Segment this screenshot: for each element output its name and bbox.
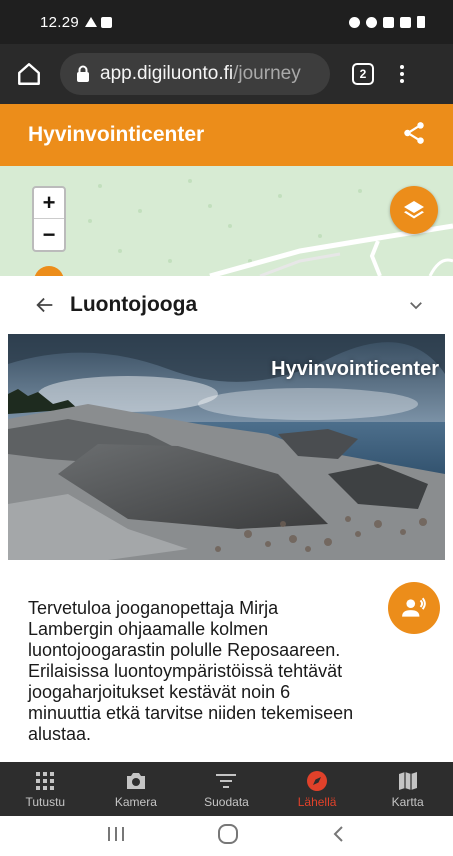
- audio-guide-button[interactable]: [388, 582, 440, 634]
- home-icon: [18, 63, 40, 85]
- zoom-out-button[interactable]: −: [34, 219, 64, 250]
- system-navigation-bar: [0, 816, 453, 856]
- nav-label: Tutustu: [25, 794, 66, 809]
- map-view[interactable]: + −: [0, 166, 453, 276]
- status-system-icons: [349, 16, 425, 28]
- hero-caption: Hyvinvointicenter: [271, 358, 439, 380]
- wifi-icon: [383, 16, 394, 28]
- signal-icon: [400, 16, 411, 28]
- compass-icon: [306, 770, 328, 792]
- nav-tutustu[interactable]: Tutustu: [0, 762, 91, 816]
- tab-switcher-button[interactable]: 2: [352, 63, 374, 85]
- hero-image: Hyvinvointicenter: [8, 334, 445, 560]
- zoom-control: + −: [32, 186, 66, 252]
- filter-icon: [216, 770, 237, 792]
- nav-lahella[interactable]: Lähellä: [272, 762, 363, 816]
- alarm-icon: [349, 16, 360, 28]
- expand-button[interactable]: [407, 296, 425, 314]
- map-icon: [398, 770, 417, 792]
- recents-icon: [107, 826, 124, 841]
- circle-home-icon: [217, 823, 238, 844]
- system-back-button[interactable]: [329, 824, 349, 849]
- share-icon: [404, 121, 424, 144]
- location-icon: [366, 16, 377, 28]
- cloud-icon: [85, 17, 98, 27]
- chevron-down-icon: [410, 302, 422, 310]
- status-bar: 12.29: [0, 0, 453, 44]
- zoom-in-button[interactable]: +: [34, 188, 64, 219]
- browser-home-button[interactable]: [14, 59, 44, 89]
- nav-label: Lähellä: [297, 794, 337, 809]
- browser-toolbar: app.digiluonto.fi/journey 2: [0, 44, 453, 104]
- lock-icon: [76, 65, 90, 83]
- status-notification-icons: [85, 16, 113, 28]
- nav-kamera[interactable]: Kamera: [91, 762, 182, 816]
- system-home-button[interactable]: [216, 822, 240, 851]
- nav-kartta[interactable]: Kartta: [362, 762, 453, 816]
- url-host: app.digiluonto.fi: [100, 63, 234, 84]
- url-bar[interactable]: app.digiluonto.fi/journey: [60, 53, 330, 95]
- browser-menu-button[interactable]: [400, 65, 404, 83]
- share-button[interactable]: [401, 120, 427, 151]
- map-tiles: [0, 166, 453, 276]
- nav-label: Kartta: [391, 794, 424, 809]
- section-title: Luontojooga: [70, 293, 198, 316]
- grid-icon: [36, 770, 55, 792]
- nav-label: Suodata: [204, 794, 249, 809]
- nav-suodata[interactable]: Suodata: [181, 762, 272, 816]
- page-title: Hyvinvointicenter: [28, 123, 205, 146]
- layers-icon: [404, 201, 424, 219]
- intro-text: Tervetuloa jooganopettaja Mirja Lambergi…: [28, 598, 354, 744]
- app-header: Hyvinvointicenter: [0, 104, 453, 166]
- arrow-left-icon: [36, 297, 53, 313]
- section-header: Luontojooga: [0, 276, 453, 334]
- voice-icon: [402, 597, 426, 617]
- calendar-icon: [101, 16, 113, 28]
- chevron-left-icon: [333, 825, 343, 842]
- bottom-navigation: Tutustu Kamera Suodata Lähellä Kartta: [0, 762, 453, 816]
- url-path: /journey: [233, 63, 301, 84]
- status-time: 12.29: [40, 13, 80, 31]
- recent-apps-button[interactable]: [105, 824, 127, 849]
- camera-icon: [125, 770, 147, 792]
- back-button[interactable]: [34, 294, 56, 316]
- layers-button[interactable]: [390, 186, 438, 234]
- more-vert-icon: [400, 65, 404, 69]
- nav-label: Kamera: [114, 794, 157, 809]
- battery-icon: [417, 16, 425, 28]
